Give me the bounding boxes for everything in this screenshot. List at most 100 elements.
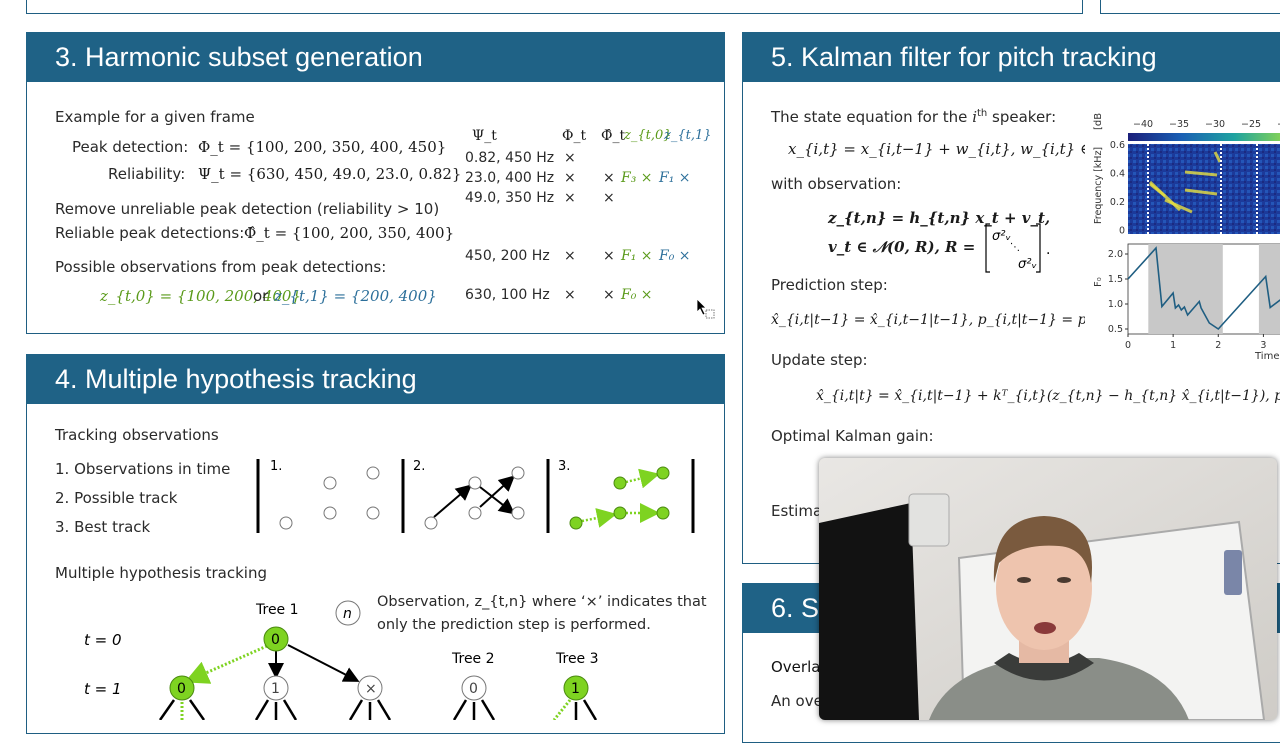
tree-2-root-node: 0: [461, 675, 487, 701]
observation-node: [366, 466, 380, 480]
observation-z0: z_{t,0} = {100, 200, 400}: [100, 287, 301, 305]
tree-3-label: Tree 3: [555, 651, 599, 667]
colorbar-unit: [dB]: [1093, 112, 1104, 130]
best-track-node: [569, 516, 583, 530]
tracking-observations-heading: Tracking observations: [55, 426, 219, 444]
reliability-label: Reliability:: [108, 165, 186, 183]
row-z1: F₀ ×: [659, 248, 691, 264]
example-heading: Example for a given frame: [55, 108, 255, 126]
svg-text:×: ×: [365, 681, 377, 697]
step-2: 2. Possible track: [55, 489, 178, 507]
colorbar-tick: −30: [1205, 119, 1225, 130]
best-track-node: [656, 506, 670, 520]
tree-1-child-node: ×: [357, 675, 383, 701]
best-track-node: [656, 466, 670, 480]
legend-node-symbol: n: [343, 606, 352, 622]
spectrogram-ytick: 0.2: [1110, 197, 1125, 208]
colorbar-tick: −40: [1133, 119, 1153, 130]
row-phihat: ×: [603, 170, 615, 186]
observation-z1: z_{t,1} = {200, 400}: [274, 287, 437, 305]
xtick: 3: [1260, 340, 1266, 351]
best-track-panel: [569, 466, 670, 530]
x-axis-label: Time: [1254, 351, 1279, 362]
spectrogram-ytick: 0.4: [1110, 169, 1125, 180]
f0-ylabel: F₀: [1093, 277, 1104, 287]
tree-3-root-node: 1: [563, 675, 589, 701]
spectrogram-ytick: 0.6: [1110, 140, 1125, 151]
silence-region: [1258, 244, 1280, 334]
colorbar-tick: −25: [1241, 119, 1261, 130]
speaker: [908, 493, 950, 547]
f0-ytick: 1.5: [1108, 274, 1123, 285]
panel-label-1: 1.: [270, 459, 282, 474]
overlap-label: Overla: [771, 658, 821, 676]
row-z0: F₀ ×: [621, 287, 653, 303]
spectrogram: [1128, 144, 1280, 234]
xtick: 2: [1215, 340, 1221, 351]
svg-text:0: 0: [271, 632, 280, 648]
observation-node: [511, 506, 525, 520]
panel-label-2: 2.: [413, 459, 425, 474]
tree-1-child-node: 1: [263, 675, 289, 701]
peak-detection-label: Peak detection:: [72, 138, 189, 156]
state-text: The state equation for the: [771, 108, 968, 126]
observation-node: [323, 506, 337, 520]
reliable-detections-equation: Φ̂_t = {100, 200, 350, 400}: [244, 224, 455, 242]
kalman-section-title: 5. Kalman filter for pitch tracking: [742, 32, 1280, 82]
update-step-label: Update step:: [771, 351, 868, 369]
row-psi: 450, 200 Hz: [465, 248, 550, 264]
state-text2: speaker:: [992, 108, 1057, 126]
observation-node: [366, 506, 380, 520]
row-psi: 49.0, 350 Hz: [465, 190, 555, 206]
row-psi: 23.0, 400 Hz: [465, 170, 555, 186]
kalman-gain-label: Optimal Kalman gain:: [771, 427, 934, 445]
xtick: 1: [1170, 340, 1176, 351]
previous-panel-left: [26, 0, 1083, 14]
estimate-label: Estima: [771, 502, 823, 520]
row-psi: 0.82, 450 Hz: [465, 150, 555, 166]
pitch-tracking-figure: [dB] −40−35−30−25−2 Frequency [kHz] 0.60…: [1085, 112, 1280, 367]
reliability-equation: Ψ_t = {630, 450, 49.0, 23.0, 0.82}: [198, 165, 462, 183]
tracking-diagram: 1. 2. 3.: [256, 459, 695, 533]
table-header-phi: Φ_t: [562, 128, 587, 144]
previous-panel-right: [1100, 0, 1280, 14]
f0-plot: 2.0 1.5 1.0 0.50 1 2 3: [1108, 243, 1280, 351]
row-z0: F₃ ×: [621, 170, 653, 186]
svg-text:⋱: ⋱: [1010, 242, 1020, 253]
row-psi: 630, 100 Hz: [465, 287, 550, 303]
best-track-node: [613, 476, 627, 490]
svg-text:σ²ᵥ: σ²ᵥ: [1018, 257, 1037, 272]
spectrogram-ylabel: Frequency [kHz]: [1093, 147, 1104, 224]
svg-text:0: 0: [469, 681, 478, 697]
row-phi: ×: [564, 248, 576, 264]
colorbar: [1128, 133, 1280, 141]
row-phi: ×: [564, 150, 576, 166]
state-equation-text: The state equation for the ith speaker:: [771, 108, 1057, 126]
spectrogram-ytick: 0: [1119, 226, 1125, 237]
table-header-z1: z_{t,1}: [664, 128, 712, 143]
f0-ytick: 2.0: [1108, 249, 1123, 260]
step-1: 1. Observations in time: [55, 460, 231, 478]
svg-text:.: .: [1046, 242, 1050, 258]
legend-line-2: only the prediction step is performed.: [377, 617, 651, 633]
best-track-node: [613, 506, 627, 520]
webcam-video-overlay[interactable]: [819, 458, 1277, 720]
update-equation: x̂_{i,t|t} = x̂_{i,t|t−1} + kᵀ_{i,t}(z_{…: [816, 388, 1280, 404]
mouse-cursor-icon: [696, 298, 715, 319]
observation-node: [468, 506, 482, 520]
tv-screen: [819, 503, 919, 720]
svg-text:1: 1: [271, 681, 280, 697]
mht-heading: Multiple hypothesis tracking: [55, 564, 267, 582]
peak-detection-equation: Φ_t = {100, 200, 350, 400, 450}: [198, 138, 447, 156]
observation-node: [468, 476, 482, 490]
f0-ytick: 1.0: [1108, 299, 1123, 310]
harmonic-section-title: 3. Harmonic subset generation: [26, 32, 725, 82]
mht-section-title: 4. Multiple hypothesis tracking: [26, 354, 725, 404]
legend-line-1: Observation, z_{t,n} where ‘×’ indicates…: [377, 594, 707, 610]
observation-or: or: [253, 287, 269, 305]
tree-2-label: Tree 2: [451, 651, 495, 667]
panel-label-3: 3.: [558, 459, 570, 474]
observation-node: [323, 476, 337, 490]
observation-equation-2: v_t ∈ 𝒩(0, R), R =: [828, 238, 976, 256]
step-3: 3. Best track: [55, 518, 151, 536]
